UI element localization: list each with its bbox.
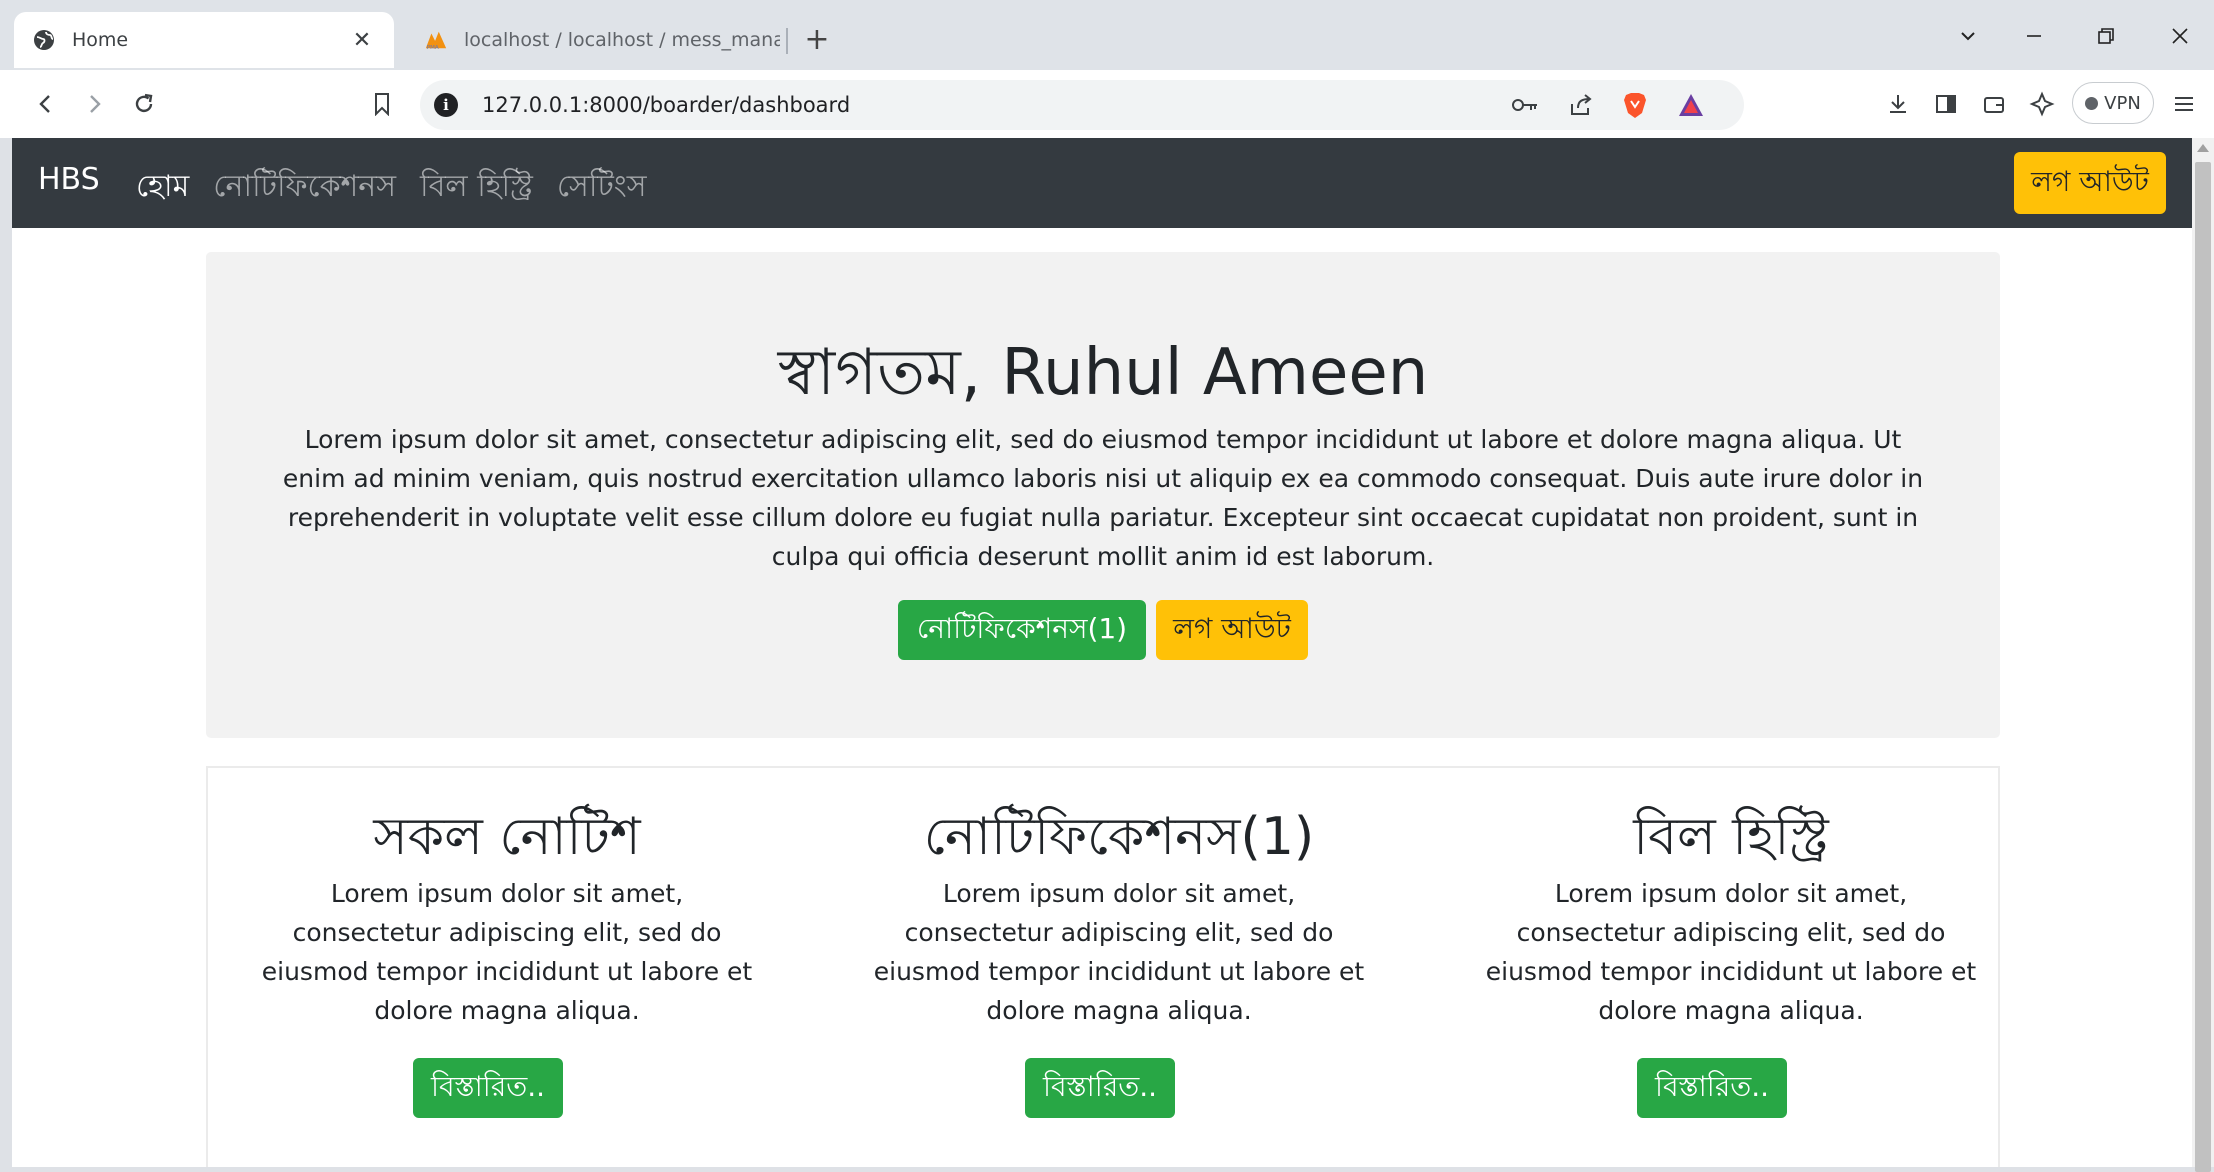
wallet-icon[interactable] [1978, 88, 2010, 120]
forward-icon[interactable] [74, 84, 114, 124]
scrollbar-thumb[interactable] [2195, 162, 2211, 1172]
vpn-status-icon [2085, 96, 2099, 110]
nav-links: হোম নোটিফিকেশনস বিল হিস্ট্রি সেটিংস [136, 162, 671, 213]
card-bill-history: বিল হিস্ট্রি Lorem ipsum dolor sit amet,… [1432, 768, 2030, 1167]
card-title: সকল নোটিশ [373, 807, 641, 867]
vpn-button[interactable]: VPN [2072, 82, 2154, 124]
close-icon[interactable]: ✕ [348, 28, 376, 53]
nav-notifications[interactable]: নোটিফিকেশনস [213, 162, 396, 213]
vpn-label: VPN [2104, 92, 2141, 114]
tab-phpmyadmin[interactable]: PMA localhost / localhost / mess_manage [412, 12, 792, 68]
leo-ai-icon[interactable] [2026, 88, 2058, 120]
address-bar[interactable]: i 127.0.0.1:8000/boarder/dashboard [420, 80, 1744, 130]
details-button[interactable]: বিস্তারিত.. [1637, 1058, 1787, 1118]
page-scrollbar[interactable] [2192, 138, 2214, 1172]
notifications-button[interactable]: নোটিফিকেশনস(1) [898, 600, 1146, 660]
nav-bill-history[interactable]: বিল হিস্ট্রি [420, 162, 533, 213]
navbar-logout-button[interactable]: লগ আউট [2014, 152, 2166, 214]
card-all-notices: সকল নোটিশ Lorem ipsum dolor sit amet, co… [208, 768, 806, 1167]
tab-separator [786, 28, 788, 54]
sidebar-icon[interactable] [1930, 88, 1962, 120]
share-icon[interactable] [1566, 91, 1596, 119]
hero-buttons: নোটিফিকেশনস(1) লগ আউট [206, 600, 2000, 660]
new-tab-icon[interactable]: + [800, 20, 834, 60]
url-text[interactable]: 127.0.0.1:8000/boarder/dashboard [482, 93, 850, 117]
card-title: নোটিফিকেশনস(1) [923, 807, 1315, 867]
details-button[interactable]: বিস্তারিত.. [1025, 1058, 1175, 1118]
tab-search-icon[interactable] [1948, 18, 1988, 58]
svg-text:PMA: PMA [427, 45, 439, 51]
tab-title: Home [72, 29, 129, 51]
site-navbar: HBS হোম নোটিফিকেশনস বিল হিস্ট্রি সেটিংস … [12, 138, 2192, 228]
restore-icon[interactable] [2086, 18, 2126, 58]
welcome-text: Lorem ipsum dolor sit amet, consectetur … [282, 425, 1924, 571]
key-icon[interactable] [1510, 91, 1540, 119]
welcome-title: স্বাগতম, Ruhul Ameen [777, 336, 1429, 410]
tab-title: localhost / localhost / mess_manage [464, 29, 780, 51]
card-text: Lorem ipsum dolor sit amet, consectetur … [261, 879, 753, 1025]
tab-strip: Home ✕ PMA localhost / localhost / mess_… [0, 0, 2214, 70]
brave-rewards-icon[interactable] [1676, 91, 1706, 119]
globe-icon [32, 28, 56, 52]
phpmyadmin-icon: PMA [424, 28, 448, 52]
window-close-icon[interactable] [2160, 18, 2200, 58]
hero-logout-button[interactable]: লগ আউট [1156, 600, 1308, 660]
card-title: বিল হিস্ট্রি [1633, 807, 1829, 867]
bookmark-icon[interactable] [362, 84, 402, 124]
page-viewport: HBS হোম নোটিফিকেশনস বিল হিস্ট্রি সেটিংস … [12, 138, 2192, 1167]
site-info-icon[interactable]: i [434, 93, 458, 117]
scroll-up-arrow-icon[interactable] [2197, 144, 2209, 152]
details-button[interactable]: বিস্তারিত.. [413, 1058, 563, 1118]
back-icon[interactable] [26, 84, 66, 124]
nav-home[interactable]: হোম [136, 162, 189, 213]
cards-row: সকল নোটিশ Lorem ipsum dolor sit amet, co… [206, 766, 2000, 1167]
welcome-jumbotron: স্বাগতম, Ruhul Ameen Lorem ipsum dolor s… [206, 252, 2000, 738]
menu-icon[interactable] [2168, 88, 2200, 120]
minimize-icon[interactable] [2014, 18, 2054, 58]
brand-logo[interactable]: HBS [38, 162, 100, 197]
reload-icon[interactable] [124, 84, 164, 124]
download-icon[interactable] [1882, 88, 1914, 120]
card-text: Lorem ipsum dolor sit amet, consectetur … [873, 879, 1365, 1025]
card-notifications: নোটিফিকেশনস(1) Lorem ipsum dolor sit ame… [820, 768, 1418, 1167]
tab-home[interactable]: Home ✕ [14, 12, 394, 68]
browser-toolbar: i 127.0.0.1:8000/boarder/dashboard VPN [0, 70, 2214, 138]
nav-settings[interactable]: সেটিংস [557, 162, 647, 213]
card-text: Lorem ipsum dolor sit amet, consectetur … [1485, 879, 1977, 1025]
brave-shields-icon[interactable] [1620, 91, 1650, 119]
